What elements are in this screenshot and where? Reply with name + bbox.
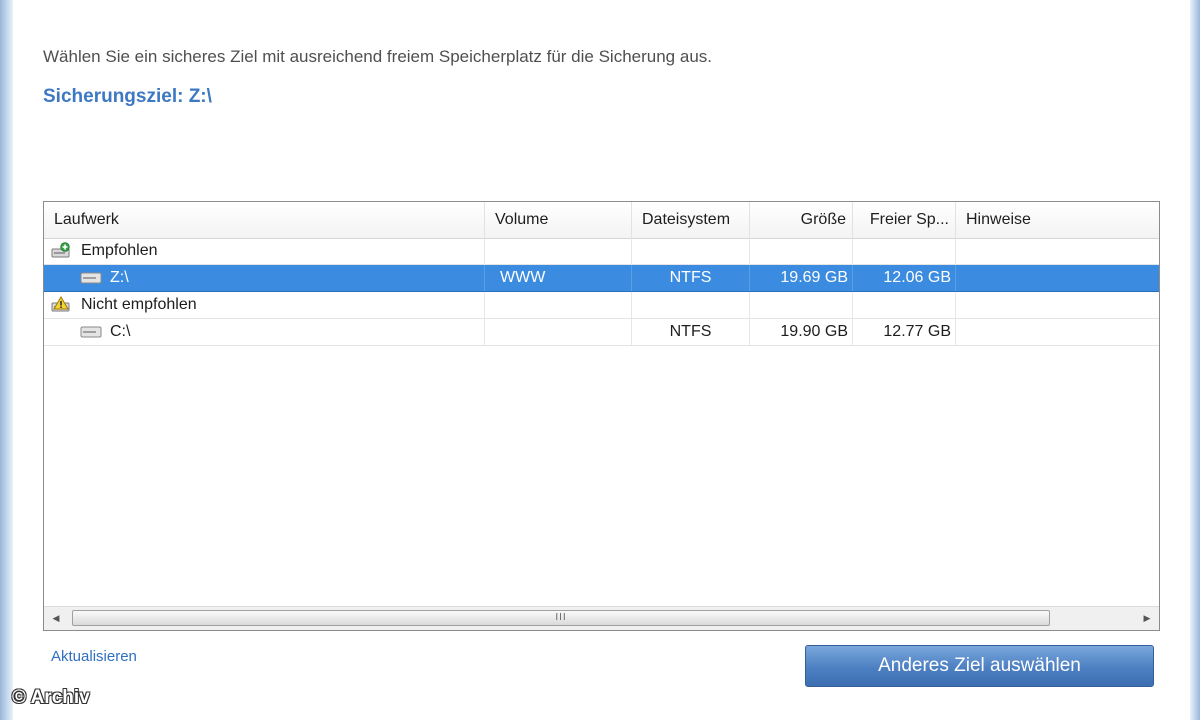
scrollbar-thumb[interactable]: III — [72, 610, 1050, 626]
group-cell: Nicht empfohlen — [44, 292, 485, 318]
scroll-left-icon[interactable]: ◀ — [44, 607, 68, 630]
column-header-drive[interactable]: Laufwerk — [44, 202, 485, 238]
notes-cell — [956, 319, 1159, 345]
scroll-right-icon[interactable]: ▶ — [1135, 607, 1159, 630]
drive-list[interactable]: Laufwerk Volume Dateisystem Größe Freier… — [43, 201, 1160, 631]
hard-drive-icon — [80, 326, 102, 338]
notes-cell — [956, 265, 1159, 291]
choose-other-target-button[interactable]: Anderes Ziel auswählen — [805, 645, 1154, 687]
warning-drive-icon — [51, 296, 70, 312]
group-row-recommended[interactable]: Empfohlen — [44, 238, 1159, 265]
empty-cell — [750, 238, 853, 264]
filesystem-cell: NTFS — [632, 265, 750, 291]
backup-target-label: Sicherungsziel: Z:\ — [43, 86, 212, 107]
drive-row-z[interactable]: Z:\ WWW NTFS 19.69 GB 12.06 GB — [44, 265, 1159, 292]
group-label: Nicht empfohlen — [81, 296, 197, 313]
group-label: Empfohlen — [81, 242, 158, 259]
column-header-row: Laufwerk Volume Dateisystem Größe Freier… — [44, 202, 1159, 239]
empty-cell — [632, 238, 750, 264]
empty-cell — [853, 292, 956, 318]
recommended-drive-icon — [51, 242, 70, 258]
horizontal-scrollbar[interactable]: ◀ III ▶ — [44, 606, 1159, 630]
group-row-not-recommended[interactable]: Nicht empfohlen — [44, 292, 1159, 319]
column-header-free-space[interactable]: Freier Sp... — [853, 202, 956, 238]
filesystem-cell: NTFS — [632, 319, 750, 345]
instruction-text: Wählen Sie ein sicheres Ziel mit ausreic… — [43, 47, 712, 66]
empty-cell — [485, 238, 632, 264]
drive-cell: C:\ — [44, 319, 485, 345]
drive-letter: C:\ — [110, 323, 131, 340]
empty-cell — [750, 292, 853, 318]
size-cell: 19.90 GB — [750, 319, 853, 345]
free-space-cell: 12.77 GB — [853, 319, 956, 345]
size-cell: 19.69 GB — [750, 265, 853, 291]
drive-cell: Z:\ — [44, 265, 485, 291]
empty-cell — [485, 292, 632, 318]
empty-cell — [853, 238, 956, 264]
drive-letter: Z:\ — [110, 269, 129, 286]
group-cell: Empfohlen — [44, 238, 485, 264]
column-header-size[interactable]: Größe — [750, 202, 853, 238]
free-space-cell: 12.06 GB — [853, 265, 956, 291]
column-header-filesystem[interactable]: Dateisystem — [632, 202, 750, 238]
hard-drive-icon — [80, 272, 102, 284]
volume-cell: WWW — [485, 265, 632, 291]
window-frame-left — [0, 0, 13, 720]
window-frame-right — [1190, 0, 1200, 720]
copyright-watermark: © Archiv — [12, 687, 90, 708]
column-header-volume[interactable]: Volume — [485, 202, 632, 238]
scrollbar-grip-icon: III — [555, 612, 567, 623]
refresh-link[interactable]: Aktualisieren — [51, 648, 137, 665]
drive-row-c[interactable]: C:\ NTFS 19.90 GB 12.77 GB — [44, 319, 1159, 346]
empty-cell — [632, 292, 750, 318]
column-header-notes[interactable]: Hinweise — [956, 202, 1159, 238]
volume-cell — [485, 319, 632, 345]
